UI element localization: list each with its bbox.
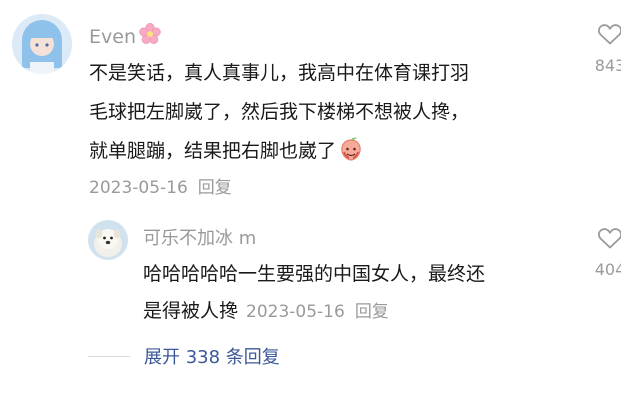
username[interactable]: Even	[89, 22, 162, 51]
cherry-blossom-icon	[138, 22, 162, 51]
heart-outline-icon[interactable]	[597, 226, 621, 254]
comment-line: 不是笑话，真人真事儿，我高中在体育课打羽	[89, 62, 470, 84]
like-count: 843	[594, 56, 621, 75]
expand-replies-button[interactable]: 展开 338 条回复	[144, 343, 280, 369]
like-button[interactable]: 843	[588, 22, 621, 75]
comment-meta: 2023-05-16 回复	[246, 302, 389, 322]
comment-body: 哈哈哈哈哈一生要强的中国女人，最终还 是得被人搀 2023-05-16 回复	[143, 256, 485, 330]
expand-replies-row[interactable]: 展开 338 条回复	[88, 343, 280, 369]
comment-line: 哈哈哈哈哈一生要强的中国女人，最终还	[143, 263, 486, 285]
comment-meta: 2023-05-16 回复	[89, 173, 232, 198]
avatar[interactable]	[88, 220, 128, 260]
like-count: 404	[594, 260, 621, 279]
comment-date: 2023-05-16	[89, 178, 188, 198]
reply-button[interactable]: 回复	[355, 302, 389, 322]
comment-body: 不是笑话，真人真事儿，我高中在体育课打羽 毛球把左脚崴了，然后我下楼梯不想被人搀…	[89, 54, 469, 171]
avatar[interactable]	[12, 14, 72, 74]
comment-line: 是得被人搀	[143, 300, 239, 322]
peach-face-icon	[338, 136, 364, 176]
divider	[88, 355, 130, 357]
like-button[interactable]: 404	[588, 226, 621, 279]
comment-line: 就单腿蹦，结果把右脚也崴了	[89, 140, 337, 162]
comment-line-with-meta: 是得被人搀 2023-05-16 回复	[143, 293, 485, 330]
username[interactable]: 可乐不加冰 m	[143, 224, 256, 250]
comment-line: 毛球把左脚崴了，然后我下楼梯不想被人搀，	[89, 101, 470, 123]
comment-line-with-emoji: 就单腿蹦，结果把右脚也崴了	[89, 132, 469, 171]
username-text[interactable]: Even	[89, 26, 136, 48]
reply-button[interactable]: 回复	[198, 178, 232, 198]
comment-date: 2023-05-16	[246, 302, 345, 322]
heart-outline-icon[interactable]	[597, 22, 621, 50]
